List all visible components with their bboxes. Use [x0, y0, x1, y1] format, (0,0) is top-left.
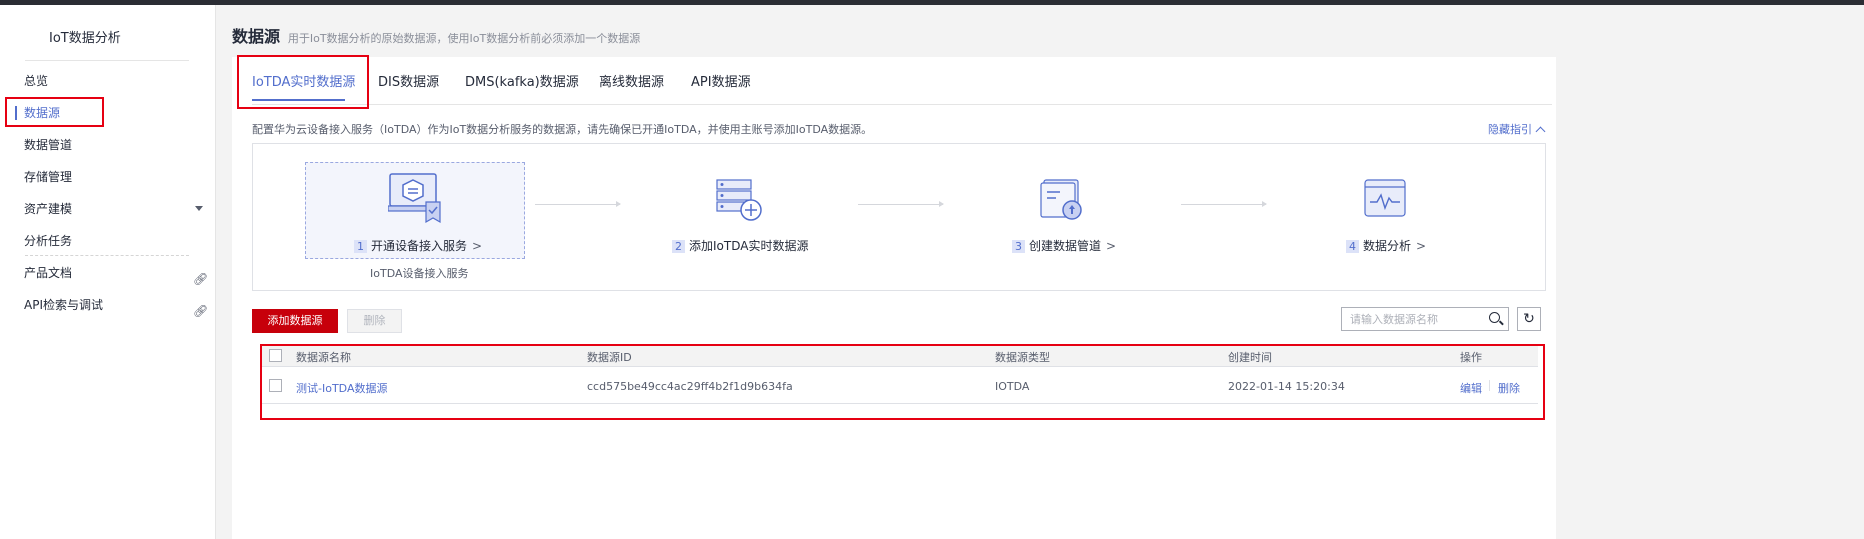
guide-panel: 1开通设备接入服务> IoTDA设备接入服务 2添加IoTDA实时数据源: [252, 143, 1546, 291]
tab-api[interactable]: API数据源: [691, 71, 751, 90]
refresh-icon: ↻: [1523, 311, 1535, 327]
step-3-link[interactable]: 3 创建数据管道 >: [1012, 237, 1116, 254]
created-time: 2022-01-14 15:20:34: [1228, 380, 1345, 393]
step-connector: [1181, 201, 1267, 207]
header-name: 数据源名称: [296, 351, 351, 364]
select-all-checkbox[interactable]: [269, 349, 282, 362]
add-datasource-button[interactable]: 添加数据源: [252, 309, 338, 333]
active-tab-underline: [252, 99, 345, 101]
analysis-icon: [1364, 179, 1406, 217]
sidebar-item-label: API检索与调试: [24, 298, 103, 312]
device-access-icon: [388, 173, 441, 224]
external-link-icon: 🔗︎: [193, 304, 209, 318]
header-id: 数据源ID: [587, 351, 632, 364]
datasource-type: IOTDA: [995, 380, 1030, 393]
tab-dms-kafka[interactable]: DMS(kafka)数据源: [465, 71, 579, 90]
edit-link[interactable]: 编辑: [1460, 380, 1482, 396]
sidebar-title: IoT数据分析: [49, 31, 121, 46]
sidebar-dashed-divider: [25, 255, 189, 256]
tab-iotda-realtime[interactable]: IoTDA实时数据源: [252, 71, 355, 90]
sidebar-item-overview[interactable]: 总览: [5, 67, 216, 95]
table-row: 测试-IoTDA数据源 ccd575be49cc4ac29ff4b2f1d9b6…: [260, 368, 1538, 404]
sidebar-item-label: 数据源: [24, 106, 61, 120]
chevron-right-icon: >: [1416, 239, 1427, 253]
header-created: 创建时间: [1228, 351, 1272, 364]
sidebar-item-label: 分析任务: [24, 234, 73, 248]
sidebar-item-label: 产品文档: [24, 266, 73, 280]
datasource-name-link[interactable]: 测试-IoTDA数据源: [296, 380, 387, 396]
header-type: 数据源类型: [995, 351, 1050, 364]
chevron-right-icon: >: [472, 239, 483, 253]
step-connector: [858, 201, 944, 207]
delete-button: 删除: [347, 309, 402, 333]
chevron-right-icon: >: [1106, 239, 1117, 253]
datasource-id: ccd575be49cc4ac29ff4b2f1d9b634fa: [587, 380, 793, 393]
sidebar-item-asset-modeling[interactable]: 资产建模: [5, 195, 216, 223]
sidebar-item-api-explorer[interactable]: API检索与调试 🔗︎: [5, 291, 216, 319]
search-box: [1341, 307, 1509, 331]
hide-guide-link[interactable]: 隐藏指引: [1488, 121, 1546, 137]
sidebar-item-label: 存储管理: [24, 170, 73, 184]
chevron-up-icon: [1535, 126, 1546, 137]
sidebar-item-datasource[interactable]: 数据源: [5, 99, 216, 127]
external-link-icon: 🔗︎: [193, 272, 209, 286]
delete-link[interactable]: 删除: [1498, 380, 1520, 396]
sidebar-item-label: 数据管道: [24, 138, 73, 152]
tab-bar: IoTDA实时数据源 DIS数据源 DMS(kafka)数据源 离线数据源 AP…: [252, 57, 1552, 105]
sidebar-item-storage[interactable]: 存储管理: [5, 163, 216, 191]
step-2-label: 2 添加IoTDA实时数据源: [672, 237, 808, 254]
refresh-button[interactable]: ↻: [1517, 307, 1541, 331]
search-icon[interactable]: [1489, 312, 1500, 323]
create-pipeline-icon: [1040, 179, 1082, 220]
sidebar-item-analysis-task[interactable]: 分析任务: [5, 227, 216, 255]
content-card: IoTDA实时数据源 DIS数据源 DMS(kafka)数据源 离线数据源 AP…: [232, 57, 1556, 539]
header-actions: 操作: [1460, 351, 1482, 364]
step-1-link[interactable]: 1 开通设备接入服务 >: [354, 237, 482, 254]
sidebar-item-label: 资产建模: [24, 202, 73, 216]
step-4-link[interactable]: 4 数据分析 >: [1346, 237, 1426, 254]
step-connector: [535, 201, 621, 207]
main-area: 数据源 用于IoT数据分析的原始数据源，使用IoT数据分析前必须添加一个数据源 …: [216, 5, 1864, 539]
sidebar-item-pipeline[interactable]: 数据管道: [5, 131, 216, 159]
sidebar-item-product-docs[interactable]: 产品文档 🔗︎: [5, 259, 216, 287]
page-title: 数据源: [232, 27, 281, 46]
sidebar-item-label: 总览: [24, 74, 49, 88]
step-1-subtitle: IoTDA设备接入服务: [370, 267, 469, 280]
tab-dis[interactable]: DIS数据源: [378, 71, 439, 90]
add-datasource-icon: [716, 179, 762, 221]
search-input[interactable]: [1342, 308, 1472, 330]
row-checkbox[interactable]: [269, 379, 282, 392]
page-header: 数据源 用于IoT数据分析的原始数据源，使用IoT数据分析前必须添加一个数据源: [232, 23, 640, 47]
sidebar: IoT数据分析 总览 数据源 数据管道 存储管理 资产建模 分析任务 产品文档 🔗…: [5, 5, 216, 539]
caret-down-icon: [195, 206, 203, 211]
table-header: 数据源名称 数据源ID 数据源类型 创建时间 操作: [260, 345, 1538, 367]
sidebar-divider: [25, 60, 189, 61]
tab-offline[interactable]: 离线数据源: [599, 71, 664, 90]
active-indicator: [15, 106, 17, 120]
action-divider: [1489, 380, 1490, 391]
guide-description: 配置华为云设备接入服务（IoTDA）作为IoT数据分析服务的数据源，请先确保已开…: [252, 123, 873, 136]
page-subtitle: 用于IoT数据分析的原始数据源，使用IoT数据分析前必须添加一个数据源: [287, 32, 641, 45]
